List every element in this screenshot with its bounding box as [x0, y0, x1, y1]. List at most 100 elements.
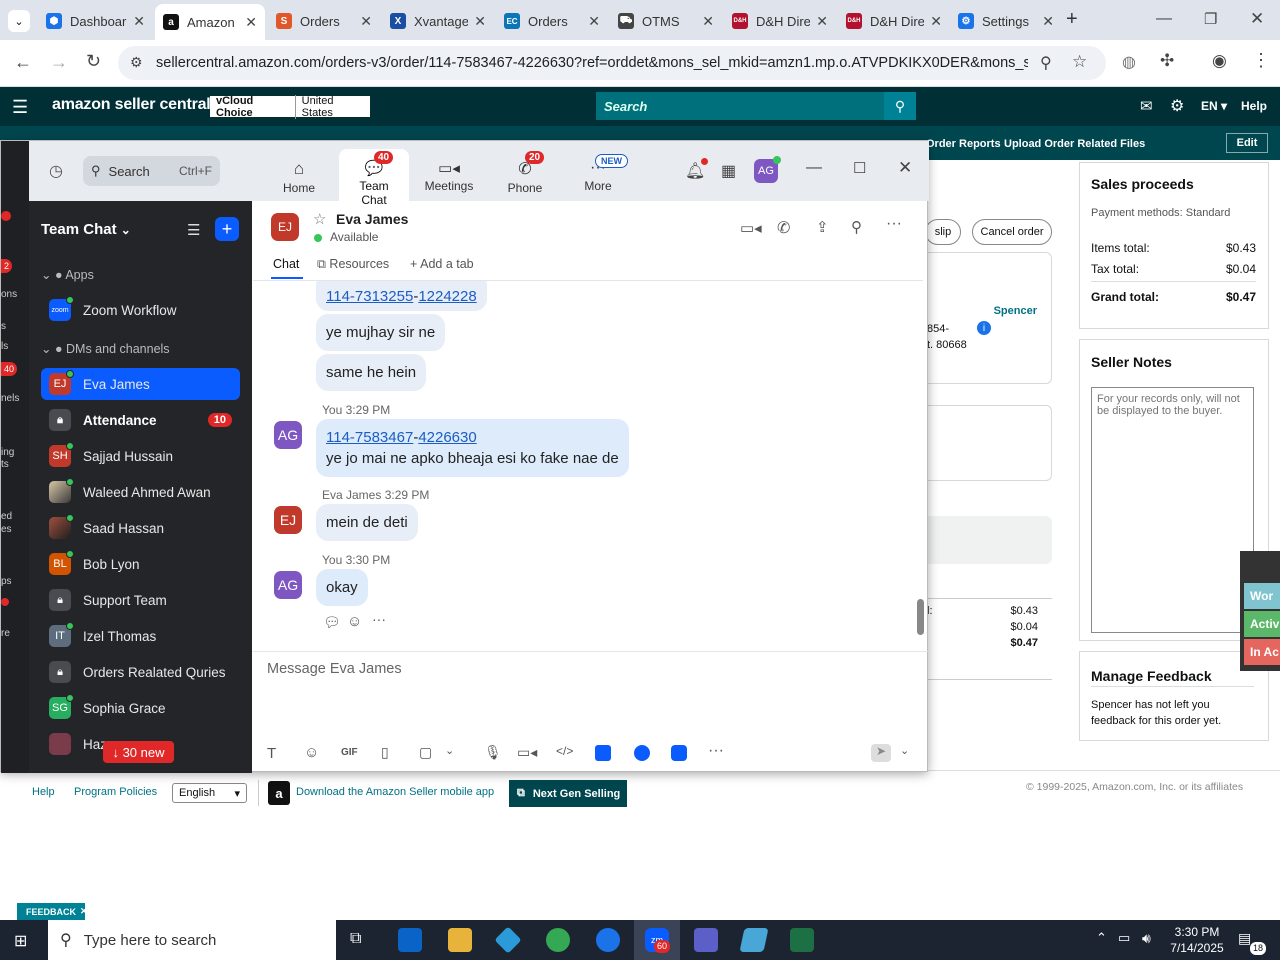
translate-icon[interactable]: ◍	[1122, 52, 1136, 72]
tab-add-a-tab[interactable]: + Add a tab	[410, 257, 474, 271]
extensions-icon[interactable]: ✣	[1160, 51, 1174, 71]
search-icon[interactable]: ⚲	[851, 218, 862, 236]
close-icon[interactable]: ✕	[930, 13, 942, 30]
phone-call-icon[interactable]: ✆	[777, 218, 790, 238]
close-icon[interactable]: ✕	[80, 906, 88, 917]
forward-icon[interactable]: →	[50, 52, 68, 73]
close-icon[interactable]: ✕	[898, 158, 912, 178]
close-icon[interactable]: ✕	[1042, 13, 1054, 30]
message-bubble[interactable]: same he hein	[316, 354, 427, 391]
filter-icon[interactable]: ☰	[187, 221, 200, 239]
sidebar-item-izel-thomas[interactable]: IT Izel Thomas	[41, 620, 240, 652]
more-actions-icon[interactable]: ···	[372, 611, 386, 627]
more-options-icon[interactable]: ···	[886, 215, 902, 233]
chat-app-icon[interactable]	[634, 745, 650, 761]
new-chat-button[interactable]: +	[215, 217, 239, 241]
emoji-reaction-icon[interactable]: ☺	[347, 613, 362, 630]
feedback-tab[interactable]: FEEDBACK ✕	[17, 903, 88, 920]
hamburger-icon[interactable]: ☰	[12, 97, 28, 118]
mail-icon[interactable]: ✉	[1140, 97, 1153, 115]
close-icon[interactable]: ✕	[702, 13, 714, 30]
close-icon[interactable]: ✕	[360, 13, 372, 30]
tab-otms[interactable]: ⛟ OTMS ✕	[610, 6, 722, 36]
back-icon[interactable]: ←	[14, 52, 32, 73]
network-icon[interactable]: ▭	[1118, 930, 1130, 946]
taskbar-clock[interactable]: 3:30 PM 7/14/2025	[1168, 924, 1226, 956]
url-box[interactable]: ⚙ sellercentral.amazon.com/orders-v3/ord…	[118, 46, 1106, 80]
outlook-icon[interactable]	[398, 928, 422, 952]
minimize-icon[interactable]: —	[806, 159, 822, 177]
video-message-icon[interactable]: ▭◂	[517, 744, 537, 761]
file-icon[interactable]: ▯	[381, 744, 389, 761]
help-link[interactable]: Help	[1241, 99, 1267, 113]
chevron-down-icon[interactable]: ⌄	[445, 744, 454, 757]
file-explorer-icon[interactable]	[448, 928, 472, 952]
store-selector[interactable]: vCloud Choice United States	[210, 94, 370, 119]
video-call-icon[interactable]: ▭◂	[740, 219, 762, 237]
more-tools-icon[interactable]: ···	[708, 742, 724, 760]
footer-help-link[interactable]: Help	[32, 786, 55, 798]
message-bubble[interactable]: okay	[316, 569, 368, 606]
download-app-link[interactable]: Download the Amazon Seller mobile app	[296, 786, 494, 798]
star-icon[interactable]: ☆	[313, 210, 326, 228]
sidebar-item-eva-james[interactable]: EJ Eva James	[41, 368, 240, 400]
seller-notes-textarea[interactable]	[1091, 387, 1254, 633]
zoom-search-input[interactable]: ⚲ Search Ctrl+F	[83, 156, 220, 186]
close-icon[interactable]: ✕	[588, 13, 600, 30]
edit-button[interactable]: Edit	[1226, 133, 1268, 153]
gif-icon[interactable]: GIF	[341, 747, 358, 758]
sidebar-item-zoom-workflow[interactable]: zoom Zoom Workflow	[41, 294, 240, 326]
avatar[interactable]: EJ	[274, 506, 302, 534]
settings-gear-icon[interactable]: ⚙	[1170, 96, 1184, 116]
code-snippet-icon[interactable]: </>	[556, 744, 573, 758]
microphone-icon[interactable]: 🎙︎	[484, 744, 502, 761]
sidebar-item-sophia-grace[interactable]: SG Sophia Grace	[41, 692, 240, 724]
tab-dh-direct-2[interactable]: D&HD&H Direct✕	[838, 6, 950, 36]
nav-meetings[interactable]: ▭◂ Meetings	[419, 159, 479, 193]
tab-dashboard[interactable]: ⬢ Dashboard ✕	[38, 6, 153, 36]
site-info-icon[interactable]: ⚙	[130, 54, 143, 71]
profile-icon[interactable]: ◉	[1212, 51, 1227, 71]
buyer-name-link[interactable]: Spencer	[994, 305, 1037, 317]
close-icon[interactable]: ✕	[816, 13, 828, 30]
tab-amazon[interactable]: a Amazon ✕	[155, 4, 265, 40]
close-icon[interactable]: ✕	[133, 13, 145, 30]
tab-xvantage[interactable]: X Xvantage ✕	[382, 6, 494, 36]
tab-orders[interactable]: S Orders ✕	[268, 6, 380, 36]
language-select[interactable]: English ▾	[172, 783, 247, 803]
side-tab-active[interactable]: Activ	[1244, 611, 1280, 637]
chevron-up-icon[interactable]: ⌃	[1096, 930, 1107, 946]
team-chat-title[interactable]: Team Chat ⌄	[41, 221, 131, 238]
packing-slip-button[interactable]: slip	[925, 219, 961, 245]
minimize-icon[interactable]: —	[1156, 10, 1172, 28]
nav-phone[interactable]: ✆ Phone	[499, 159, 551, 195]
excel-icon[interactable]	[790, 928, 814, 952]
workflow-app-icon[interactable]	[671, 745, 687, 761]
sidebar-item-attendance[interactable]: 🔒︎ Attendance 10	[41, 404, 240, 436]
url-text[interactable]: sellercentral.amazon.com/orders-v3/order…	[156, 55, 1028, 71]
side-tab-inactive[interactable]: In Ac	[1244, 639, 1280, 665]
sidebar-item-waleed-ahmed-awan[interactable]: Waleed Ahmed Awan	[41, 476, 240, 508]
nav-team-chat[interactable]: 💬 Team Chat	[345, 159, 403, 207]
volume-icon[interactable]: 🔊︎	[1142, 930, 1151, 947]
scrollbar-thumb[interactable]	[917, 599, 924, 635]
screenshot-icon[interactable]: ▢	[419, 744, 432, 761]
tab-orders-ec[interactable]: EC Orders ✕	[496, 6, 608, 36]
app-icon[interactable]	[739, 928, 769, 952]
restore-icon[interactable]: ❐	[1204, 10, 1217, 28]
history-icon[interactable]: ◷	[49, 161, 63, 181]
next-gen-selling-button[interactable]: ⧉ Next Gen Selling	[509, 780, 627, 807]
chat-avatar[interactable]: EJ	[271, 213, 299, 241]
tab-dh-direct-1[interactable]: D&HD&H Direct✕	[724, 6, 836, 36]
calendar-icon[interactable]: ▦	[721, 161, 736, 181]
chrome-icon[interactable]	[546, 928, 570, 952]
bookmark-star-icon[interactable]: ☆	[1072, 52, 1087, 72]
emoji-icon[interactable]: ☺	[304, 744, 319, 761]
message-bubble[interactable]: 114-7583467-4226630 ye jo mai ne apko bh…	[316, 419, 629, 477]
format-text-icon[interactable]: T	[267, 745, 276, 762]
apps-section-header[interactable]: ⌄ ● Apps	[41, 267, 94, 282]
new-tab-icon[interactable]: +	[1066, 8, 1078, 31]
tab-resources[interactable]: ⧉ Resources	[317, 257, 389, 272]
chevron-down-icon[interactable]: ⌄	[900, 744, 909, 757]
reply-icon[interactable]: 💬︎	[323, 614, 341, 631]
